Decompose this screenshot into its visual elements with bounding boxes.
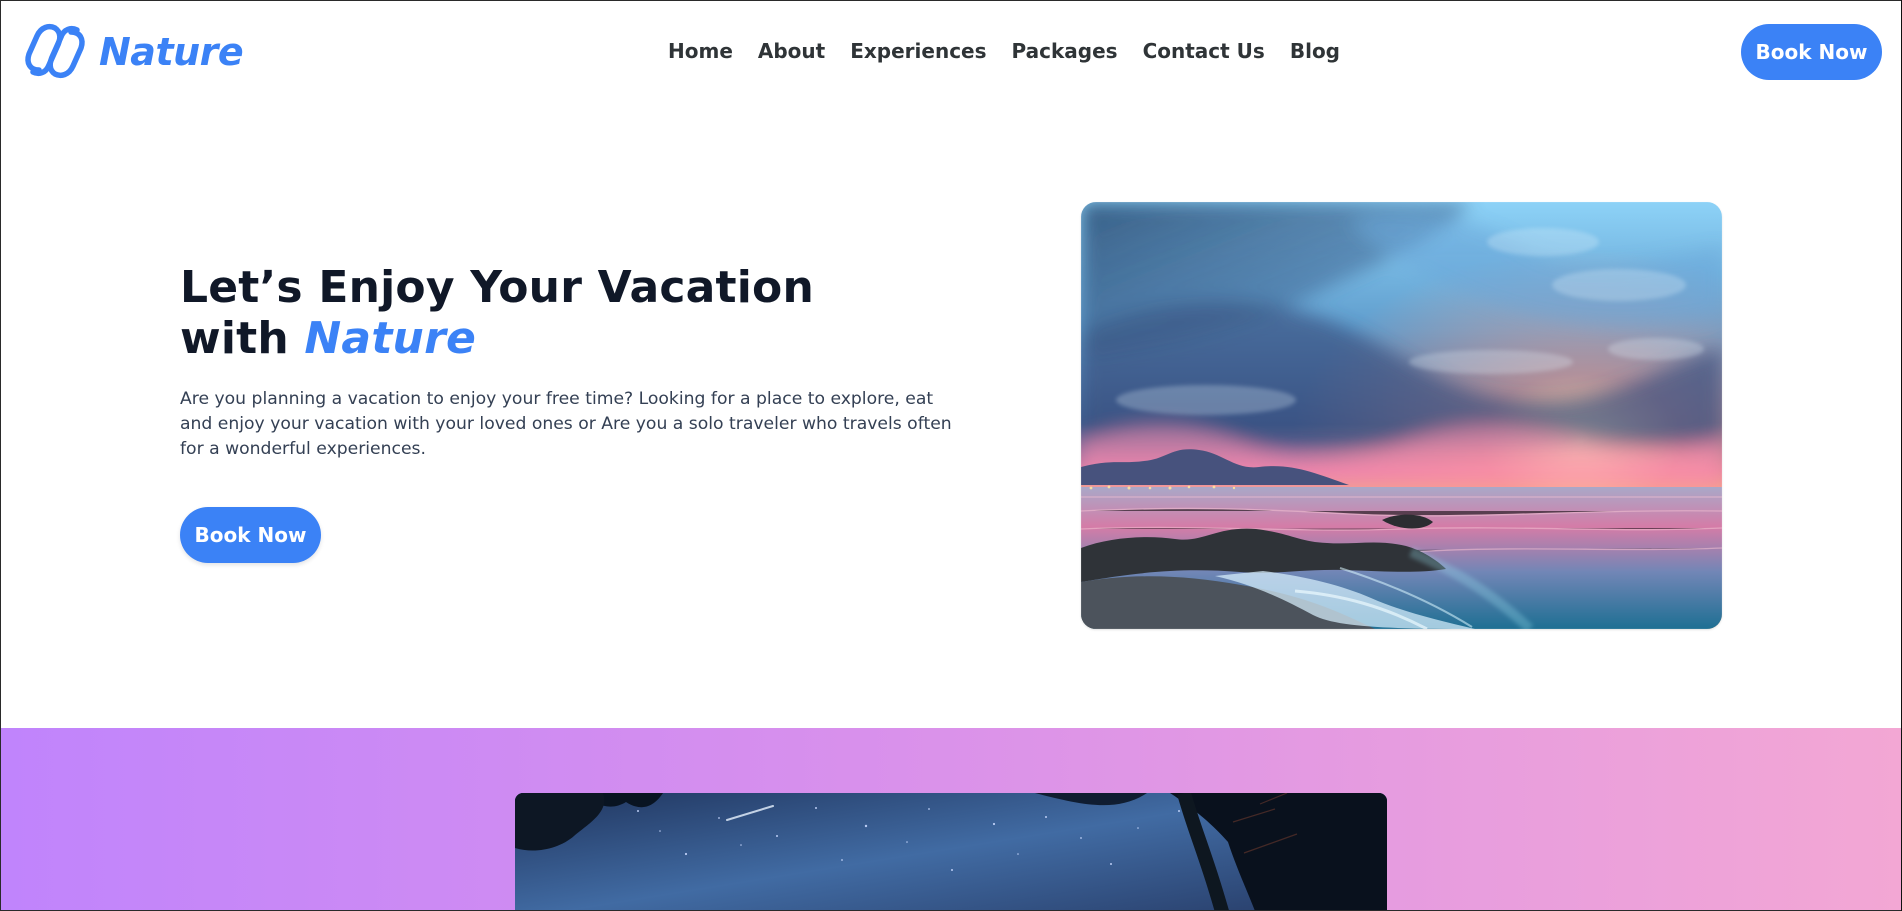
hero-description: Are you planning a vacation to enjoy you…: [180, 389, 952, 459]
infinity-logo-icon: [25, 23, 85, 79]
nav-experiences[interactable]: Experiences: [850, 41, 986, 61]
nav-home[interactable]: Home: [668, 41, 733, 61]
brand-name: Nature: [99, 30, 244, 74]
hero-title-line-one: Let’s Enjoy Your Vacation: [180, 262, 814, 313]
nav-about[interactable]: About: [758, 41, 825, 61]
nav-blog[interactable]: Blog: [1290, 41, 1340, 61]
hero-title-prefix: with: [180, 313, 305, 364]
header-book-now-button[interactable]: Book Now: [1741, 24, 1882, 80]
hero-book-now-button[interactable]: Book Now: [180, 507, 321, 563]
hero-title-accent: Nature: [304, 313, 477, 364]
starry-night-forest-image-icon: [515, 793, 1387, 911]
starry-night-forest-image: [515, 793, 1387, 911]
main-navigation: Home About Experiences Packages Contact …: [668, 34, 1340, 68]
seaside-sunset-image-icon: [1081, 202, 1722, 629]
nav-packages[interactable]: Packages: [1012, 41, 1118, 61]
hero-section: Let’s Enjoy Your Vacation with Nature Ar…: [0, 102, 1902, 728]
site-header: Nature Home About Experiences Packages C…: [0, 0, 1902, 102]
seaside-sunset-image: [1081, 202, 1722, 629]
hero-title-line-two: with Nature: [180, 313, 960, 364]
nav-contact-us[interactable]: Contact Us: [1143, 41, 1265, 61]
gradient-gallery-section: [0, 728, 1902, 911]
travel-landing-page: Nature Home About Experiences Packages C…: [0, 0, 1902, 911]
hero-copy: Let’s Enjoy Your Vacation with Nature Ar…: [180, 262, 960, 462]
brand-logo-link[interactable]: Nature: [21, 22, 244, 80]
hero-title: Let’s Enjoy Your Vacation with Nature: [180, 262, 960, 364]
